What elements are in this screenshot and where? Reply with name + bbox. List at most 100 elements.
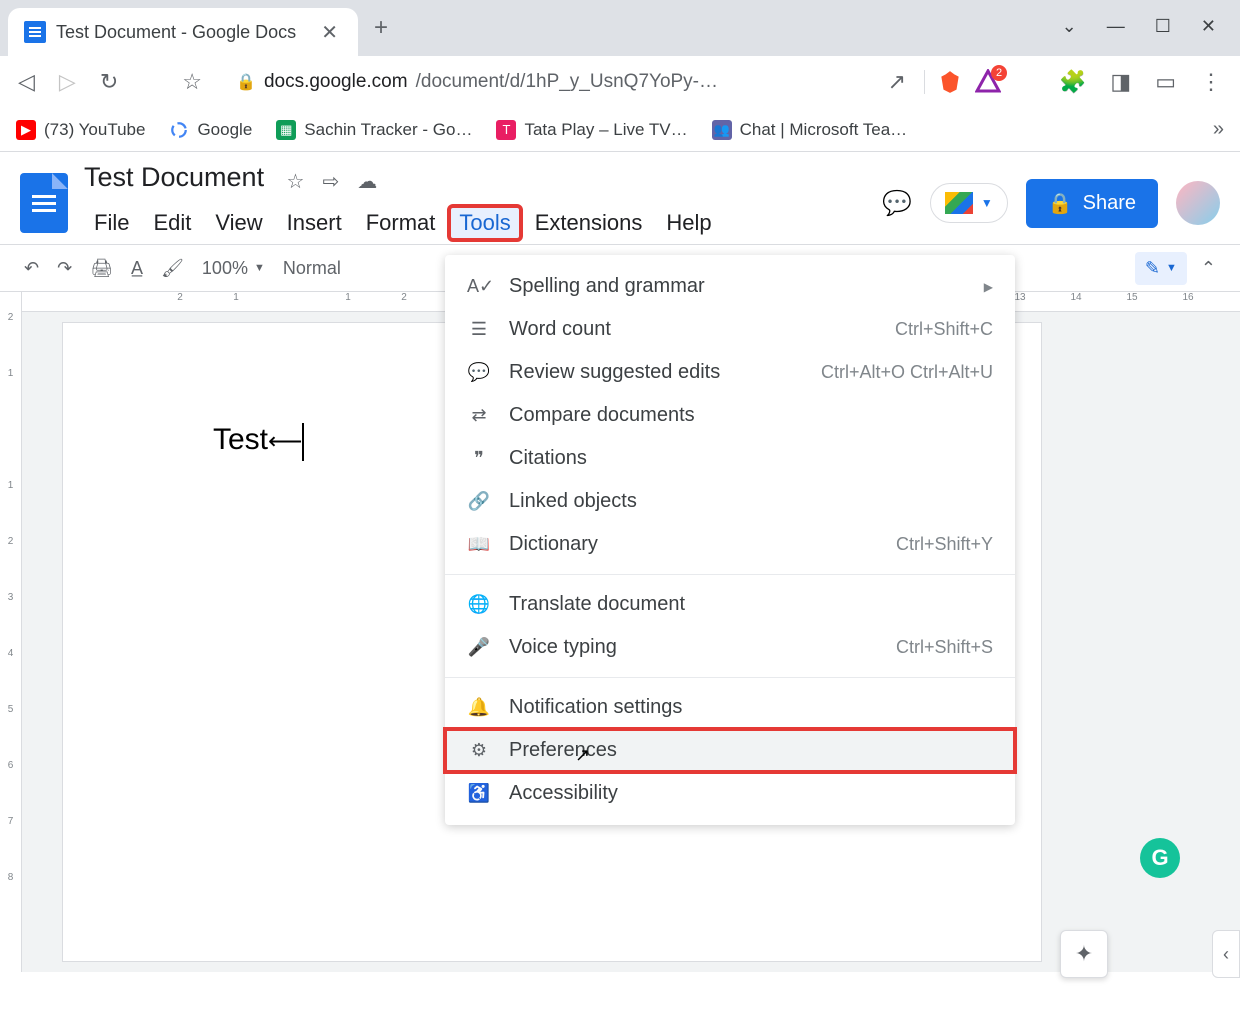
- side-panel-toggle[interactable]: ‹: [1212, 930, 1240, 978]
- menu-item-label: Word count: [509, 318, 611, 341]
- menu-tools[interactable]: Tools: [449, 206, 520, 240]
- bookmark-youtube[interactable]: ▶(73) YouTube: [16, 120, 145, 140]
- bookmark-overflow-icon[interactable]: »: [1213, 118, 1224, 141]
- chevron-down-icon[interactable]: ⌄: [1062, 16, 1077, 37]
- spellcheck-icon[interactable]: A̲: [131, 258, 143, 279]
- menu-item-dictionary[interactable]: 📖DictionaryCtrl+Shift+Y: [445, 523, 1015, 566]
- menu-item-icon: ☰: [467, 319, 491, 340]
- menu-item-label: Notification settings: [509, 696, 682, 719]
- sidepanel-icon[interactable]: ◨: [1104, 63, 1137, 101]
- menu-item-review-suggested-edits[interactable]: 💬Review suggested editsCtrl+Alt+O Ctrl+A…: [445, 351, 1015, 394]
- docs-header: Test Document ☆ ⇨ ☁ FileEditViewInsertFo…: [0, 152, 1240, 244]
- tab-title: Test Document - Google Docs: [56, 22, 307, 43]
- address-bar[interactable]: 🔒 docs.google.com/document/d/1hP_y_UsnQ7…: [220, 71, 870, 93]
- menu-item-icon: A✓: [467, 276, 491, 297]
- menu-bar: FileEditViewInsertFormatToolsExtensionsH…: [84, 200, 866, 244]
- bookmark-teams[interactable]: 👥Chat | Microsoft Tea…: [712, 120, 908, 140]
- editing-mode-button[interactable]: ✎▼: [1135, 252, 1187, 285]
- close-window-button[interactable]: ✕: [1201, 16, 1216, 37]
- meet-icon: [945, 192, 973, 214]
- extension-badge[interactable]: 2: [975, 69, 1001, 95]
- share-url-icon[interactable]: ↗: [882, 63, 912, 101]
- chevron-down-icon: ▼: [981, 196, 993, 210]
- zoom-select[interactable]: 100%▼: [202, 258, 265, 279]
- menu-item-icon: ⇄: [467, 405, 491, 426]
- collapse-toolbar-icon[interactable]: ⌃: [1201, 258, 1216, 279]
- menu-view[interactable]: View: [205, 206, 272, 240]
- menu-item-label: Linked objects: [509, 490, 637, 513]
- menu-item-compare-documents[interactable]: ⇄Compare documents: [445, 394, 1015, 437]
- menu-extensions[interactable]: Extensions: [525, 206, 653, 240]
- menu-item-linked-objects[interactable]: 🔗Linked objects: [445, 480, 1015, 523]
- header-right: 💬 ▼ 🔒Share: [882, 179, 1220, 228]
- menu-item-citations[interactable]: ❞Citations: [445, 437, 1015, 480]
- brave-icon[interactable]: [937, 69, 963, 95]
- youtube-icon: ▶: [16, 120, 36, 140]
- bookmark-sheets[interactable]: ▦Sachin Tracker - Go…: [276, 120, 472, 140]
- undo-icon[interactable]: ↶: [24, 258, 39, 279]
- menu-help[interactable]: Help: [656, 206, 721, 240]
- submenu-arrow-icon: ▶: [984, 280, 993, 294]
- tab-bar: Test Document - Google Docs ✕ + ⌄ — ☐ ✕: [0, 0, 1240, 56]
- menu-item-shortcut: Ctrl+Shift+C: [895, 319, 993, 340]
- bookmark-google[interactable]: Google: [169, 120, 252, 140]
- tab-close-icon[interactable]: ✕: [317, 20, 342, 45]
- new-tab-button[interactable]: +: [358, 14, 404, 42]
- document-title[interactable]: Test Document: [84, 162, 264, 193]
- menu-item-shortcut: Ctrl+Shift+Y: [896, 534, 993, 555]
- menu-item-preferences[interactable]: ⚙Preferences↖: [445, 729, 1015, 772]
- docs-logo-icon[interactable]: [20, 173, 68, 233]
- menu-file[interactable]: File: [84, 206, 139, 240]
- share-button[interactable]: 🔒Share: [1026, 179, 1158, 228]
- reload-button[interactable]: ↻: [94, 63, 124, 101]
- avatar[interactable]: [1176, 181, 1220, 225]
- menu-item-notification-settings[interactable]: 🔔Notification settings: [445, 686, 1015, 729]
- menu-separator: [445, 677, 1015, 678]
- menu-insert[interactable]: Insert: [277, 206, 352, 240]
- star-icon[interactable]: ☆: [287, 169, 305, 194]
- menu-item-label: Citations: [509, 447, 587, 470]
- menu-item-word-count[interactable]: ☰ Word count Ctrl+Shift+C: [445, 308, 1015, 351]
- print-icon[interactable]: 🖨: [90, 258, 113, 279]
- back-button[interactable]: ◁: [12, 63, 41, 101]
- cloud-icon[interactable]: ☁: [357, 169, 377, 194]
- menu-item-label: Preferences: [509, 739, 617, 762]
- mouse-cursor-icon: ↖: [575, 745, 590, 766]
- style-select[interactable]: Normal: [283, 258, 341, 279]
- browser-tab[interactable]: Test Document - Google Docs ✕: [8, 8, 358, 56]
- url-path: /document/d/1hP_y_UsnQ7YoPy-…: [416, 71, 718, 93]
- meet-button[interactable]: ▼: [930, 183, 1008, 223]
- extensions-icon[interactable]: 🧩: [1053, 63, 1092, 101]
- redo-icon[interactable]: ↷: [57, 258, 72, 279]
- wallet-icon[interactable]: ▭: [1149, 63, 1182, 101]
- menu-edit[interactable]: Edit: [143, 206, 201, 240]
- window-controls: ⌄ — ☐ ✕: [1038, 0, 1240, 53]
- comments-icon[interactable]: 💬: [882, 189, 912, 218]
- menu-item-voice-typing[interactable]: 🎤Voice typingCtrl+Shift+S: [445, 626, 1015, 669]
- menu-item-accessibility[interactable]: ♿Accessibility: [445, 772, 1015, 815]
- menu-item-translate-document[interactable]: 🌐Translate document: [445, 583, 1015, 626]
- minimize-button[interactable]: —: [1107, 16, 1125, 37]
- menu-format[interactable]: Format: [356, 206, 446, 240]
- lock-icon: 🔒: [236, 72, 256, 92]
- paint-format-icon[interactable]: 🖌: [161, 258, 184, 279]
- nav-bar: ◁ ▷ ↻ ☆ 🔒 docs.google.com/document/d/1hP…: [0, 56, 1240, 108]
- move-icon[interactable]: ⇨: [322, 169, 339, 194]
- text-cursor: [302, 423, 304, 461]
- menu-item-label: Accessibility: [509, 782, 618, 805]
- bookmarks-bar: ▶(73) YouTube Google ▦Sachin Tracker - G…: [0, 108, 1240, 152]
- google-icon: [169, 120, 189, 140]
- explore-button[interactable]: ✦: [1060, 930, 1108, 978]
- browser-chrome: Test Document - Google Docs ✕ + ⌄ — ☐ ✕ …: [0, 0, 1240, 152]
- bookmark-tata[interactable]: TTata Play – Live TV…: [496, 120, 687, 140]
- vertical-ruler[interactable]: 2112345678: [0, 292, 22, 972]
- menu-item-label: Translate document: [509, 593, 685, 616]
- maximize-button[interactable]: ☐: [1155, 16, 1171, 37]
- menu-icon[interactable]: ⋮: [1194, 63, 1228, 101]
- forward-button[interactable]: ▷: [53, 63, 82, 101]
- title-row: Test Document ☆ ⇨ ☁ FileEditViewInsertFo…: [20, 162, 1220, 244]
- menu-item-shortcut: Ctrl+Shift+S: [896, 637, 993, 658]
- menu-item-spelling-and-grammar[interactable]: A✓Spelling and grammar▶: [445, 265, 1015, 308]
- bookmark-button[interactable]: ☆: [176, 63, 208, 101]
- grammarly-icon[interactable]: G: [1140, 838, 1180, 878]
